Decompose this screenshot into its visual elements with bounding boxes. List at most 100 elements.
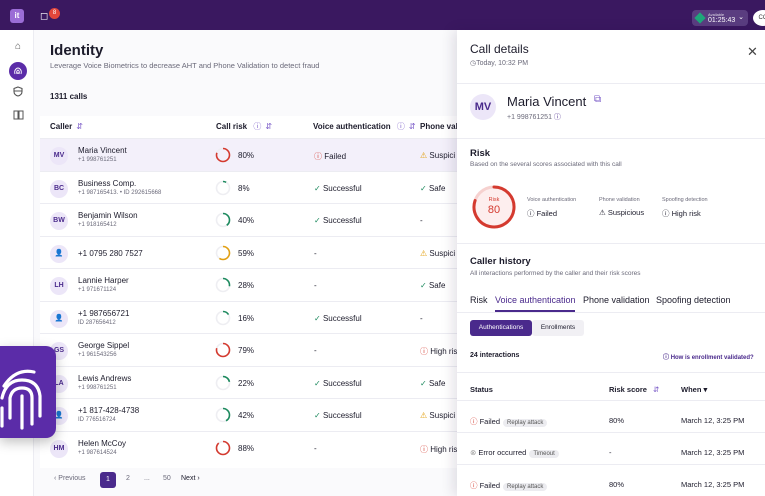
user-avatar[interactable]: CO	[753, 10, 765, 26]
history-when: March 12, 3:25 PM	[681, 480, 745, 489]
voice-auth-status: ⓘ Failed	[314, 151, 346, 162]
tab-voice-authentication[interactable]: Voice authentication	[495, 295, 576, 305]
sort-down-icon[interactable]: ▾	[704, 385, 708, 394]
table-row[interactable]: HM Helen McCoy +1 987614524 88% - ⓘ High ris	[40, 430, 480, 463]
page-1-button[interactable]: 1	[100, 472, 116, 488]
spoofing-label: Spoofing detection	[662, 197, 708, 203]
risk-score-ring: Risk 80	[470, 183, 518, 231]
divider	[457, 464, 765, 465]
page-subtitle: Leverage Voice Biometrics to decrease AH…	[50, 61, 320, 70]
caller-name: Business Comp.	[78, 178, 137, 188]
next-page-button[interactable]: Next ›	[181, 475, 200, 482]
shield-icon[interactable]	[11, 86, 25, 100]
table-row[interactable]: BW Benjamin Wilson +1 918165412 40% ✓ Succes…	[40, 203, 480, 236]
voice-auth-status: ✓ Successful	[314, 314, 362, 323]
phone-validation-status: ⓘ High ris	[420, 346, 457, 357]
header-caller[interactable]: Caller ⇵	[50, 116, 83, 138]
table-row[interactable]: BC Business Comp. +1 987165413. • ID 29261…	[40, 170, 480, 203]
phone-validation-text: Safe	[428, 281, 446, 290]
history-title: Caller history	[470, 256, 531, 267]
history-status-text: Error occurred	[478, 448, 527, 457]
segment-enrollments[interactable]: Enrollments	[532, 320, 584, 336]
phone-validation-status: ⚠ Suspici	[420, 249, 455, 258]
risk-ring-arc	[215, 440, 231, 455]
person-icon: 👤	[50, 244, 68, 263]
history-status: ⊗ Error occurred Timeout	[470, 448, 559, 458]
warning-icon: ⚠	[420, 151, 428, 160]
header-voice-auth[interactable]: Voice authentication ⓘ ⇵	[313, 116, 416, 138]
history-score: 80%	[609, 480, 625, 489]
risk-ring	[215, 212, 231, 228]
table-row[interactable]: LH Lannie Harper +1 971671124 28% - ✓ Safe	[40, 268, 480, 301]
call-risk-value: 79%	[238, 346, 255, 355]
tab-risk[interactable]: Risk	[470, 295, 488, 305]
tab-phone-validation[interactable]: Phone validation	[583, 295, 650, 305]
external-link-icon[interactable]: ⧉	[594, 94, 601, 105]
table-row[interactable]: GS George Sippel +1 961543256 79% - ⓘ High ri…	[40, 333, 480, 366]
sort-icon[interactable]: ⇵	[409, 122, 416, 131]
error-circle-icon: ⊗	[470, 448, 477, 457]
phone-validation-status: ✓ Safe	[420, 379, 445, 388]
close-icon[interactable]: ✕	[747, 44, 758, 60]
risk-ring	[215, 342, 231, 358]
phone-validation-text: Safe	[428, 183, 446, 193]
table-row[interactable]: 👤 +1 987656721 ID 287656412 16% ✓ Successful…	[40, 300, 480, 333]
page-2-button[interactable]: 2	[126, 475, 130, 482]
phone-validation-text: -	[420, 216, 423, 225]
table-row[interactable]: MV Maria Vincent +1 998761251 80% ⓘ Failed ⚠ …	[40, 138, 480, 171]
phone-validation-text: Suspici	[429, 151, 456, 160]
call-risk-value: 80%	[238, 151, 255, 160]
info-icon[interactable]: ⓘ	[397, 122, 405, 131]
prev-label: Previous	[58, 475, 86, 482]
bell-icon[interactable]: ◻	[40, 11, 48, 22]
sort-icon[interactable]: ⇵	[265, 122, 272, 131]
call-time-text: Today, 10:32 PM	[476, 60, 529, 67]
risk-ring	[215, 277, 231, 293]
info-icon[interactable]: ⓘ	[554, 114, 561, 121]
page-50-button[interactable]: 50	[163, 475, 171, 482]
risk-subtitle: Based on the several scores associated w…	[470, 161, 622, 168]
caller-name: George Sippel	[78, 341, 130, 350]
caller-name: Benjamin Wilson	[78, 211, 138, 220]
help-icon: ⓘ	[663, 355, 670, 361]
availability-dropdown[interactable]: Available 01:25:43 ⌄	[692, 10, 748, 26]
caller-name: Maria Vincent	[507, 94, 587, 109]
history-col-when[interactable]: When ▾	[681, 385, 707, 394]
caller-phone: +1 998761251 ⓘ	[507, 112, 561, 122]
avatar: MV	[50, 147, 68, 165]
warning-icon: ⚠	[420, 248, 428, 258]
person-icon: 👤	[50, 309, 68, 328]
history-col-score[interactable]: Risk score ⇵	[609, 385, 659, 394]
sort-icon[interactable]: ⇵	[76, 122, 83, 131]
history-when: March 12, 3:25 PM	[681, 448, 745, 457]
history-row[interactable]: ⓘ Failed Replay attack 80% March 12, 3:25 P…	[457, 468, 765, 496]
fingerprint-icon[interactable]	[9, 62, 27, 80]
sort-icon[interactable]: ⇵	[653, 385, 659, 394]
risk-ring-label: Risk	[488, 197, 500, 203]
book-icon[interactable]	[11, 110, 25, 124]
header-call-risk[interactable]: Call risk ⓘ ⇵	[216, 116, 272, 138]
prev-page-button[interactable]: ‹ Previous	[54, 475, 86, 482]
history-col-status: Status	[470, 385, 493, 394]
tab-spoofing-detection[interactable]: Spoofing detection	[656, 295, 731, 305]
pager-ellipsis: ...	[144, 475, 150, 482]
info-icon[interactable]: ⓘ	[253, 122, 261, 131]
voice-auth-status: -	[314, 346, 317, 355]
voice-auth-text: Successful	[322, 183, 362, 193]
error-icon: ⓘ	[314, 152, 322, 161]
help-link[interactable]: ⓘ How is enrollment validated?	[663, 352, 754, 361]
segment-authentications[interactable]: Authentications	[470, 320, 532, 336]
home-icon[interactable]: ⌂	[11, 40, 25, 54]
call-risk-value: 28%	[238, 281, 255, 290]
table-row[interactable]: 👤 +1 817-428-4738 ID 776516724 42% ✓ Success…	[40, 398, 480, 431]
voice-auth-text: Successful	[322, 313, 362, 323]
call-risk-value: 40%	[238, 216, 255, 225]
status-tag: Replay attack	[503, 419, 548, 427]
next-label: Next	[181, 475, 196, 482]
voice-auth-text: Successful	[322, 378, 362, 388]
table-row[interactable]: 👤 +1 0795 280 7527 59% - ⚠ Suspici	[40, 235, 480, 268]
top-bar: it ◻ 8 Available 01:25:43 ⌄ CO	[0, 0, 765, 30]
table-row[interactable]: LA Lewis Andrews +1 998761251 22% ✓ Successf…	[40, 365, 480, 398]
voice-auth-text: -	[314, 248, 317, 258]
voice-auth-status: ✓ Successful	[314, 184, 362, 193]
